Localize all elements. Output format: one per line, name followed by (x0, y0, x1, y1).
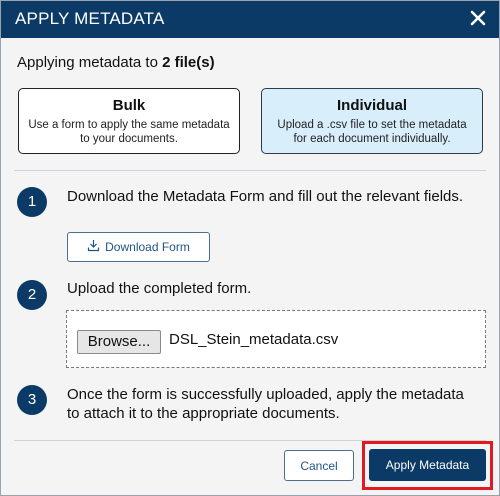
apply-metadata-dialog: APPLY METADATA Applying metadata to 2 fi… (0, 0, 500, 496)
download-form-label: Download Form (105, 240, 190, 254)
step-1-text: Download the Metadata Form and fill out … (67, 188, 464, 205)
individual-mode-title: Individual (336, 97, 407, 114)
dialog-title-bar: APPLY METADATA (1, 1, 499, 38)
download-form-button[interactable]: Download Form (67, 232, 210, 262)
close-icon[interactable] (467, 7, 489, 29)
section-divider (14, 170, 486, 171)
file-upload-area[interactable]: Browse... DSL_Stein_metadata.csv (66, 310, 486, 368)
intro-text: Applying metadata to 2 file(s) (17, 54, 215, 71)
intro-prefix: Applying metadata to (17, 54, 163, 71)
step-3-number: 3 (17, 385, 47, 415)
browse-button[interactable]: Browse... (77, 330, 161, 354)
individual-mode-description: Upload a .csv file to set the metadata f… (277, 119, 467, 145)
cancel-button[interactable]: Cancel (284, 450, 354, 481)
step-3-text: Once the form is successfully uploaded, … (67, 386, 464, 422)
individual-mode-card[interactable]: Individual Upload a .csv file to set the… (261, 88, 483, 154)
bulk-mode-description: Use a form to apply the same metadata to… (28, 119, 230, 145)
step-2-text: Upload the completed form. (67, 280, 252, 297)
file-count: 2 file(s) (162, 54, 215, 71)
selected-file-name: DSL_Stein_metadata.csv (169, 331, 339, 348)
step-1-number: 1 (17, 187, 47, 217)
download-icon (87, 239, 100, 255)
apply-metadata-button[interactable]: Apply Metadata (369, 449, 486, 481)
dialog-title: APPLY METADATA (15, 9, 165, 28)
step-2-number: 2 (17, 280, 47, 310)
bulk-mode-card[interactable]: Bulk Use a form to apply the same metada… (18, 88, 240, 154)
bulk-mode-title: Bulk (112, 97, 146, 114)
